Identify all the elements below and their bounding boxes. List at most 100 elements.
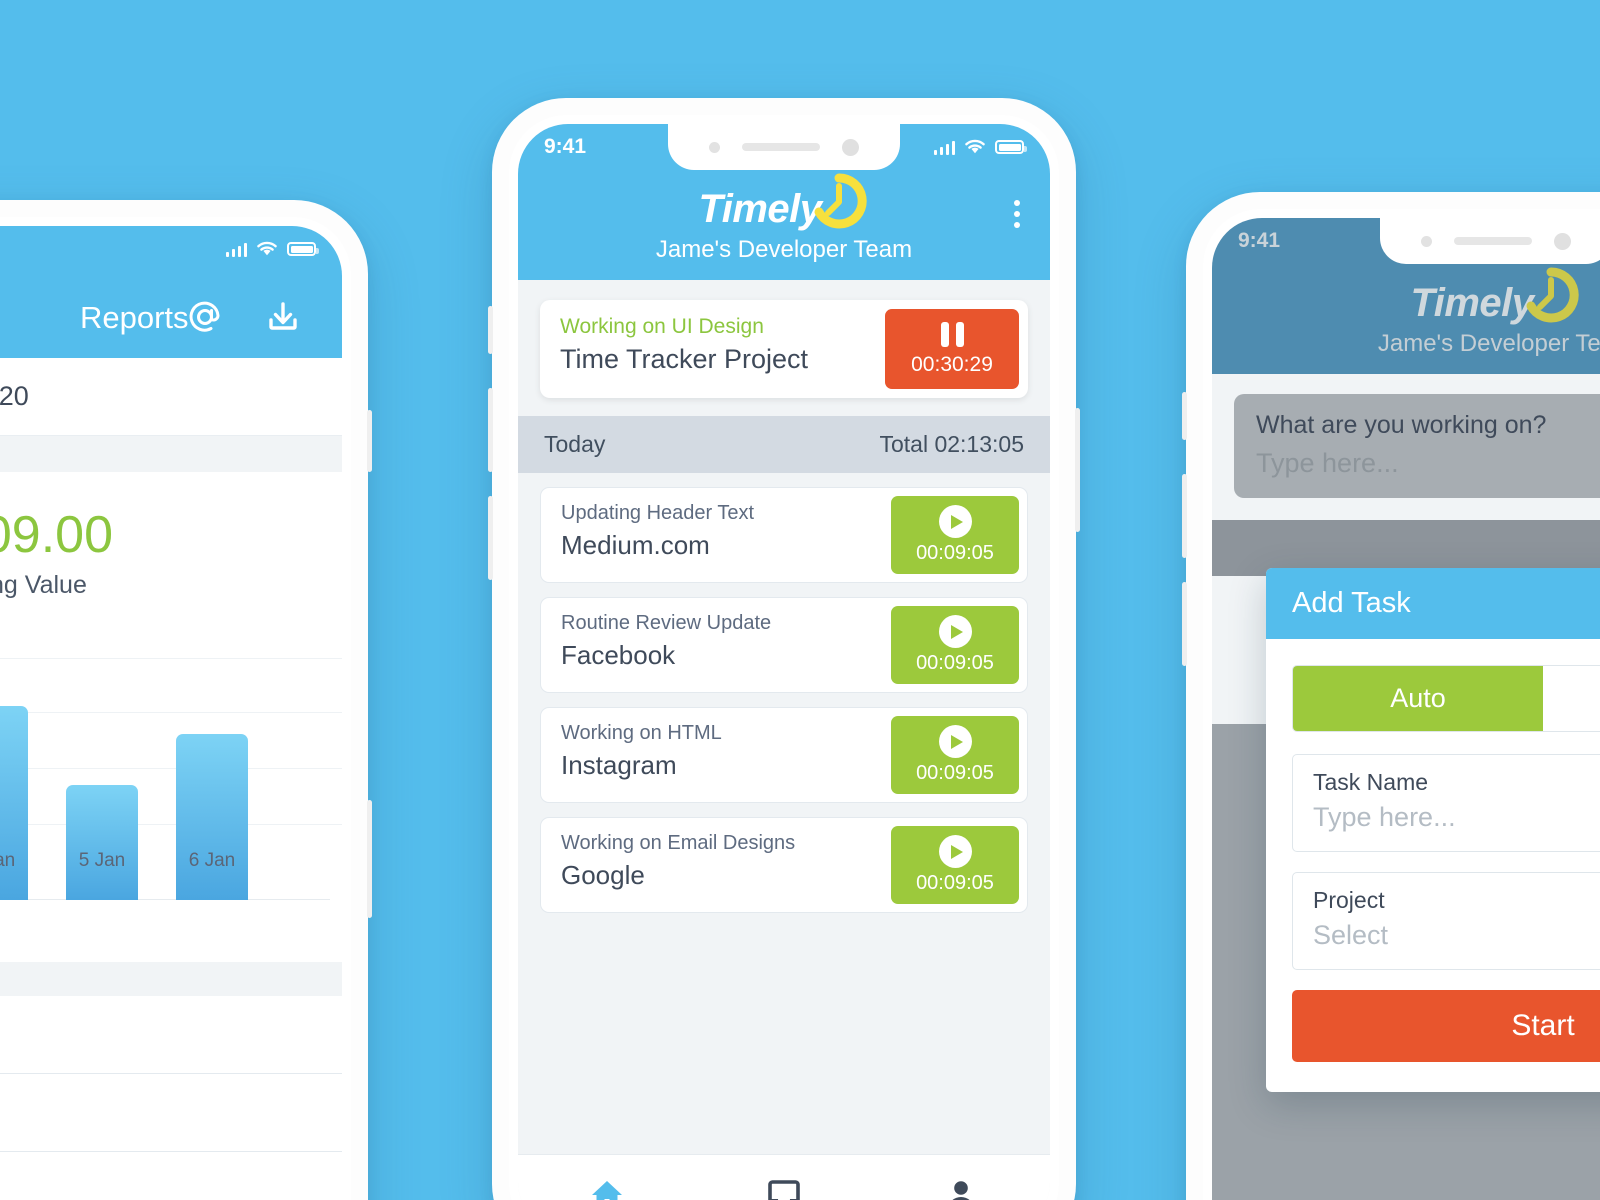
left-phone-side-button[interactable] bbox=[367, 800, 372, 918]
right-phone-side-button[interactable] bbox=[1182, 474, 1187, 558]
at-icon[interactable] bbox=[184, 296, 226, 338]
date-range-selector[interactable]: n. 2020 to 7 Jan. 2020 bbox=[0, 358, 342, 436]
section-gap bbox=[0, 962, 342, 996]
tab-inbox[interactable] bbox=[695, 1175, 872, 1200]
left-phone-screen: Reports n. 2020 to 7 Jan. 2020 bbox=[0, 226, 342, 1200]
sensor-icon bbox=[709, 141, 720, 153]
tab-profile[interactable] bbox=[873, 1175, 1050, 1200]
left-phone-side-button[interactable] bbox=[367, 410, 372, 472]
wifi-icon bbox=[965, 139, 985, 154]
front-camera-icon bbox=[842, 138, 859, 156]
metrics-row: rked $209.00 Billing Value bbox=[0, 472, 342, 632]
clock-icon bbox=[1526, 267, 1579, 323]
center-phone-side-button[interactable] bbox=[488, 306, 493, 354]
tab-home[interactable] bbox=[518, 1174, 695, 1200]
bottom-tab-bar bbox=[518, 1154, 1050, 1200]
add-task-modal: Add Task Auto Ma Task Name Type here... … bbox=[1266, 568, 1600, 1092]
pause-icon bbox=[940, 321, 964, 347]
today-label: Today bbox=[544, 431, 606, 457]
chart-x-tick-label: 5 Jan bbox=[78, 850, 126, 871]
start-task-button[interactable]: 00:09:05 bbox=[891, 496, 1019, 574]
center-phone-side-button[interactable] bbox=[1075, 408, 1080, 532]
project-row[interactable]: .com0:22:36 bbox=[0, 1074, 342, 1152]
pause-timer-button[interactable]: 00:30:29 bbox=[885, 309, 1019, 389]
chart-bar bbox=[66, 785, 138, 900]
clock-icon bbox=[814, 173, 867, 229]
task-input-placeholder: Type here... bbox=[1256, 448, 1399, 478]
front-camera-icon bbox=[1554, 232, 1571, 250]
center-phone-side-button[interactable] bbox=[488, 496, 493, 580]
center-phone-side-button[interactable] bbox=[488, 388, 493, 472]
team-name: Jame's Developer Team bbox=[655, 236, 913, 263]
download-icon[interactable] bbox=[262, 296, 304, 338]
reports-header: Reports bbox=[0, 226, 342, 358]
earpiece-speaker bbox=[742, 143, 820, 151]
app-logo-text: Timely bbox=[698, 186, 823, 231]
right-phone-side-button[interactable] bbox=[1182, 392, 1187, 440]
task-card[interactable]: Updating Header Text Medium.com 00:09:05 bbox=[540, 487, 1028, 583]
task-subtitle: Working on HTML bbox=[561, 722, 722, 744]
tab-manual[interactable]: Ma bbox=[1543, 666, 1600, 731]
task-subtitle: Routine Review Update bbox=[561, 612, 772, 634]
task-elapsed: 00:09:05 bbox=[916, 762, 994, 784]
chart-bar-group: 6 Jan bbox=[176, 734, 248, 900]
chart-bars: 2 Jan3 Jan4 Jan5 Jan6 Jan bbox=[0, 680, 330, 900]
status-time: 9:41 bbox=[544, 135, 587, 158]
task-name-field[interactable]: Task Name Type here... bbox=[1292, 754, 1600, 852]
active-task-elapsed: 00:30:29 bbox=[911, 352, 993, 376]
chart-bar-group: 5 Jan bbox=[66, 785, 138, 900]
device-notch bbox=[1380, 218, 1600, 264]
sensor-icon bbox=[1421, 235, 1432, 247]
start-task-button[interactable]: 00:09:05 bbox=[891, 826, 1019, 904]
active-task-subtitle: Working on UI Design bbox=[560, 315, 764, 338]
task-card[interactable]: Working on Email Designs Google 00:09:05 bbox=[540, 817, 1028, 913]
play-icon bbox=[938, 505, 972, 538]
start-task-button[interactable]: 00:09:05 bbox=[891, 606, 1019, 684]
project-row[interactable]: cker App1:30:30 bbox=[0, 996, 342, 1074]
start-task-button[interactable]: 00:09:05 bbox=[891, 716, 1019, 794]
task-input-question: What are you working on? bbox=[1256, 411, 1547, 439]
chart-x-tick-label: 6 Jan bbox=[188, 850, 236, 871]
active-task-card[interactable]: Working on UI Design Time Tracker Projec… bbox=[540, 300, 1028, 398]
task-card[interactable]: Routine Review Update Facebook 00:09:05 bbox=[540, 597, 1028, 693]
wifi-icon bbox=[257, 241, 277, 256]
task-name-label: Task Name bbox=[1313, 769, 1429, 795]
left-phone-bezel: Reports n. 2020 to 7 Jan. 2020 bbox=[0, 217, 351, 1200]
battery-icon bbox=[287, 242, 319, 256]
project-select[interactable]: Select bbox=[1313, 920, 1600, 951]
section-gap bbox=[0, 436, 342, 472]
device-notch bbox=[668, 124, 900, 170]
right-phone-screen: 9:41 Timely Jame's Developer Tea What ar… bbox=[1212, 218, 1600, 1200]
play-icon bbox=[938, 615, 972, 648]
task-name-input[interactable]: Type here... bbox=[1313, 802, 1600, 833]
task-elapsed: 00:09:05 bbox=[916, 542, 994, 564]
task-elapsed: 00:09:05 bbox=[916, 872, 994, 894]
app-logo-text: Timely bbox=[1410, 280, 1535, 325]
app-logo: Timely bbox=[518, 173, 1050, 232]
active-task-title: Time Tracker Project bbox=[560, 344, 809, 374]
left-phone-frame: Reports n. 2020 to 7 Jan. 2020 bbox=[0, 200, 372, 1200]
left-status-bar bbox=[0, 226, 342, 272]
modal-title: Add Task bbox=[1266, 568, 1600, 639]
billing-value-metric: $209.00 Billing Value bbox=[0, 505, 144, 600]
right-phone-bezel: 9:41 Timely Jame's Developer Tea What ar… bbox=[1203, 209, 1600, 1200]
center-phone-bezel: 9:41 Timely Jame's Developer Team Workin… bbox=[509, 115, 1059, 1200]
task-input-card[interactable]: What are you working on? Type here... bbox=[1234, 394, 1600, 498]
tab-auto[interactable]: Auto bbox=[1293, 666, 1543, 731]
start-button[interactable]: Start bbox=[1292, 990, 1600, 1062]
chart-bar bbox=[176, 734, 248, 900]
bar-chart: 2 Jan3 Jan4 Jan5 Jan6 Jan bbox=[0, 632, 342, 962]
play-icon bbox=[938, 835, 972, 868]
kebab-menu-icon[interactable] bbox=[1014, 200, 1020, 228]
task-title: Instagram bbox=[561, 750, 677, 780]
right-phone-side-button[interactable] bbox=[1182, 582, 1187, 666]
project-row[interactable]: k0:22:36 bbox=[0, 1152, 342, 1200]
center-phone-frame: 9:41 Timely Jame's Developer Team Workin… bbox=[488, 98, 1080, 1200]
billing-value-label: Billing Value bbox=[0, 570, 87, 599]
project-field[interactable]: Project Select bbox=[1292, 872, 1600, 970]
team-name: Jame's Developer Tea bbox=[1377, 330, 1600, 357]
today-summary-bar: Today Total 02:13:05 bbox=[518, 416, 1050, 473]
task-card[interactable]: Working on HTML Instagram 00:09:05 bbox=[540, 707, 1028, 803]
chart-x-tick-label: 4 Jan bbox=[0, 850, 16, 871]
signal-bars-icon bbox=[225, 242, 247, 257]
